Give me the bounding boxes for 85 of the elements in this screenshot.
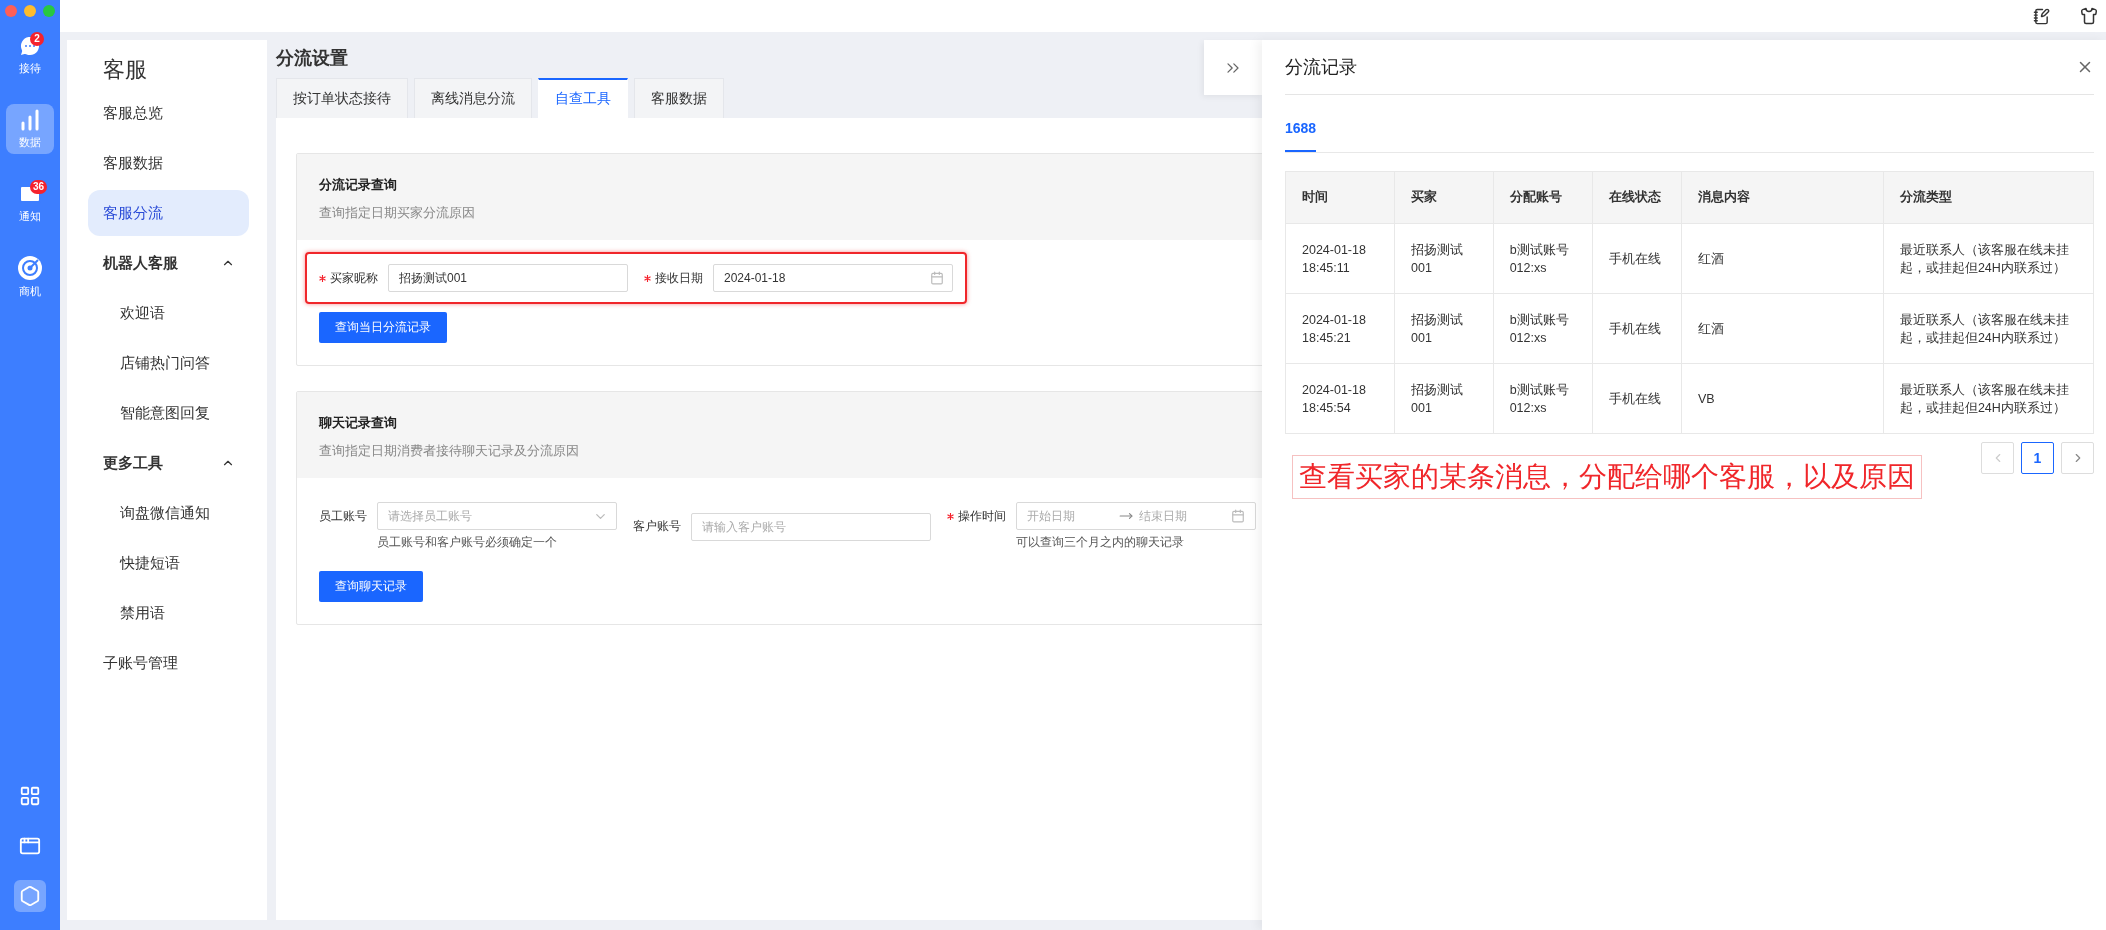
field-hint: 员工账号和客户账号必须确定一个 <box>377 534 557 551</box>
menu-item[interactable]: 快捷短语 <box>88 540 249 586</box>
field-hint: 可以查询三个月之内的聊天记录 <box>1016 534 1184 551</box>
select-field[interactable]: 请选择员工账号 <box>377 502 617 530</box>
column-header: 时间 <box>1285 171 1395 224</box>
table-cell-text: 招扬测试001 <box>1411 381 1465 417</box>
field-label: 员工账号 <box>319 507 367 525</box>
menu-item[interactable]: 欢迎语 <box>88 290 249 336</box>
tool-button[interactable] <box>14 880 46 912</box>
menu-item[interactable]: 客服分流 <box>88 190 249 236</box>
count-badge: 36 <box>30 180 48 194</box>
table-cell-text: b测试账号012:xs <box>1509 311 1570 347</box>
start-date-input[interactable]: 开始日期 <box>1027 509 1113 523</box>
column-header: 分配账号 <box>1493 171 1593 224</box>
nav-label: 接待 <box>19 61 41 76</box>
nav-label: 通知 <box>19 209 41 224</box>
tab[interactable]: 离线消息分流 <box>414 78 532 118</box>
table-cell-text: 手机在线 <box>1609 250 1662 268</box>
end-date-input[interactable]: 结束日期 <box>1139 509 1225 523</box>
menu-group[interactable]: 更多工具 <box>88 440 249 486</box>
column-header: 消息内容 <box>1681 171 1884 224</box>
card-subtitle: 查询指定日期买家分流原因 <box>319 204 475 222</box>
query-button[interactable]: 查询当日分流记录 <box>319 312 447 343</box>
target-icon <box>17 255 43 281</box>
date-field[interactable]: 2024-01-18 <box>713 264 953 292</box>
calendar-icon <box>930 271 944 285</box>
table-cell-text: 招扬测试001 <box>1411 241 1465 277</box>
page-title: 分流设置 <box>276 47 348 70</box>
shirt-icon[interactable] <box>2080 7 2098 25</box>
date-range-field[interactable]: 开始日期 结束日期 <box>1016 502 1256 530</box>
table-cell-text: 手机在线 <box>1609 390 1662 408</box>
grid-icon <box>19 785 41 807</box>
menu-item[interactable]: 客服总览 <box>88 90 249 136</box>
tab[interactable]: 1688 <box>1285 120 1317 152</box>
sidebar-title: 客服 <box>102 56 147 84</box>
menu-item[interactable]: 子账号管理 <box>88 640 249 686</box>
nav-label: 商机 <box>19 284 41 299</box>
menu-item[interactable]: 禁用语 <box>88 590 249 636</box>
count-badge: 2 <box>30 32 44 46</box>
table-cell-text: 最近联系人（该客服在线未挂起，或挂起但24H内联系过） <box>1899 241 2070 277</box>
table-cell-text: 红酒 <box>1697 320 1725 338</box>
calendar-icon <box>1231 509 1245 523</box>
query-button[interactable]: 查询聊天记录 <box>319 571 423 602</box>
table-cell-text: 2024-01-18 18:45:11 <box>1302 241 1367 277</box>
card-subtitle: 查询指定日期消费者接待聊天记录及分流原因 <box>319 442 579 460</box>
column-header: 分流类型 <box>1883 171 2094 224</box>
table-cell-text: 2024-01-18 18:45:54 <box>1302 381 1367 417</box>
text-field[interactable]: 请输入客户账号 <box>691 512 931 541</box>
field-label: 买家昵称 <box>319 269 378 287</box>
menu-item[interactable]: 客服数据 <box>88 140 249 186</box>
drawer-title: 分流记录 <box>1285 56 1357 79</box>
nav-item[interactable]: 接待 2 <box>6 30 54 80</box>
menu-item[interactable]: 询盘微信通知 <box>88 490 249 536</box>
table-cell-text: 红酒 <box>1697 250 1725 268</box>
column-header: 在线状态 <box>1592 171 1682 224</box>
nav-item[interactable]: 商机 <box>6 252 54 302</box>
tab[interactable]: 自查工具 <box>538 78 628 118</box>
table-cell-text: 2024-01-18 18:45:21 <box>1302 311 1367 347</box>
menu-item[interactable]: 店铺热门问答 <box>88 340 249 386</box>
text-field[interactable]: 招扬测试001 <box>388 264 628 292</box>
column-header: 买家 <box>1394 171 1494 224</box>
table-cell-text: b测试账号012:xs <box>1509 241 1570 277</box>
note-icon[interactable] <box>2033 7 2050 25</box>
card-title: 聊天记录查询 <box>319 414 397 432</box>
field-label: 客户账号 <box>633 518 681 535</box>
table-cell-text: 最近联系人（该客服在线未挂起，或挂起但24H内联系过） <box>1899 311 2070 347</box>
field-label: 接收日期 <box>644 269 703 287</box>
minimize-button[interactable] <box>24 5 36 17</box>
table-cell-text: 最近联系人（该客服在线未挂起，或挂起但24H内联系过） <box>1899 381 2070 417</box>
nav-item[interactable]: 通知 36 <box>6 178 54 228</box>
field-label: 操作时间 <box>947 507 1006 525</box>
table-cell-text: VB <box>1697 390 1716 408</box>
nav-label: 数据 <box>19 135 41 150</box>
hexagon-icon <box>19 885 41 907</box>
page-button[interactable]: 1 <box>2021 442 2054 474</box>
table-cell-text: 手机在线 <box>1609 320 1662 338</box>
tab[interactable]: 按订单状态接待 <box>276 78 408 118</box>
annotation-text: 查看买家的某条消息，分配给哪个客服，以及原因 <box>1292 455 1922 499</box>
menu-group[interactable]: 机器人客服 <box>88 240 249 286</box>
window-icon <box>19 835 41 857</box>
table-cell-text: b测试账号012:xs <box>1509 381 1570 417</box>
table-cell-text: 招扬测试001 <box>1411 311 1465 347</box>
card-title: 分流记录查询 <box>319 176 397 194</box>
tab[interactable]: 客服数据 <box>634 78 724 118</box>
menu-item[interactable]: 智能意图回复 <box>88 390 249 436</box>
